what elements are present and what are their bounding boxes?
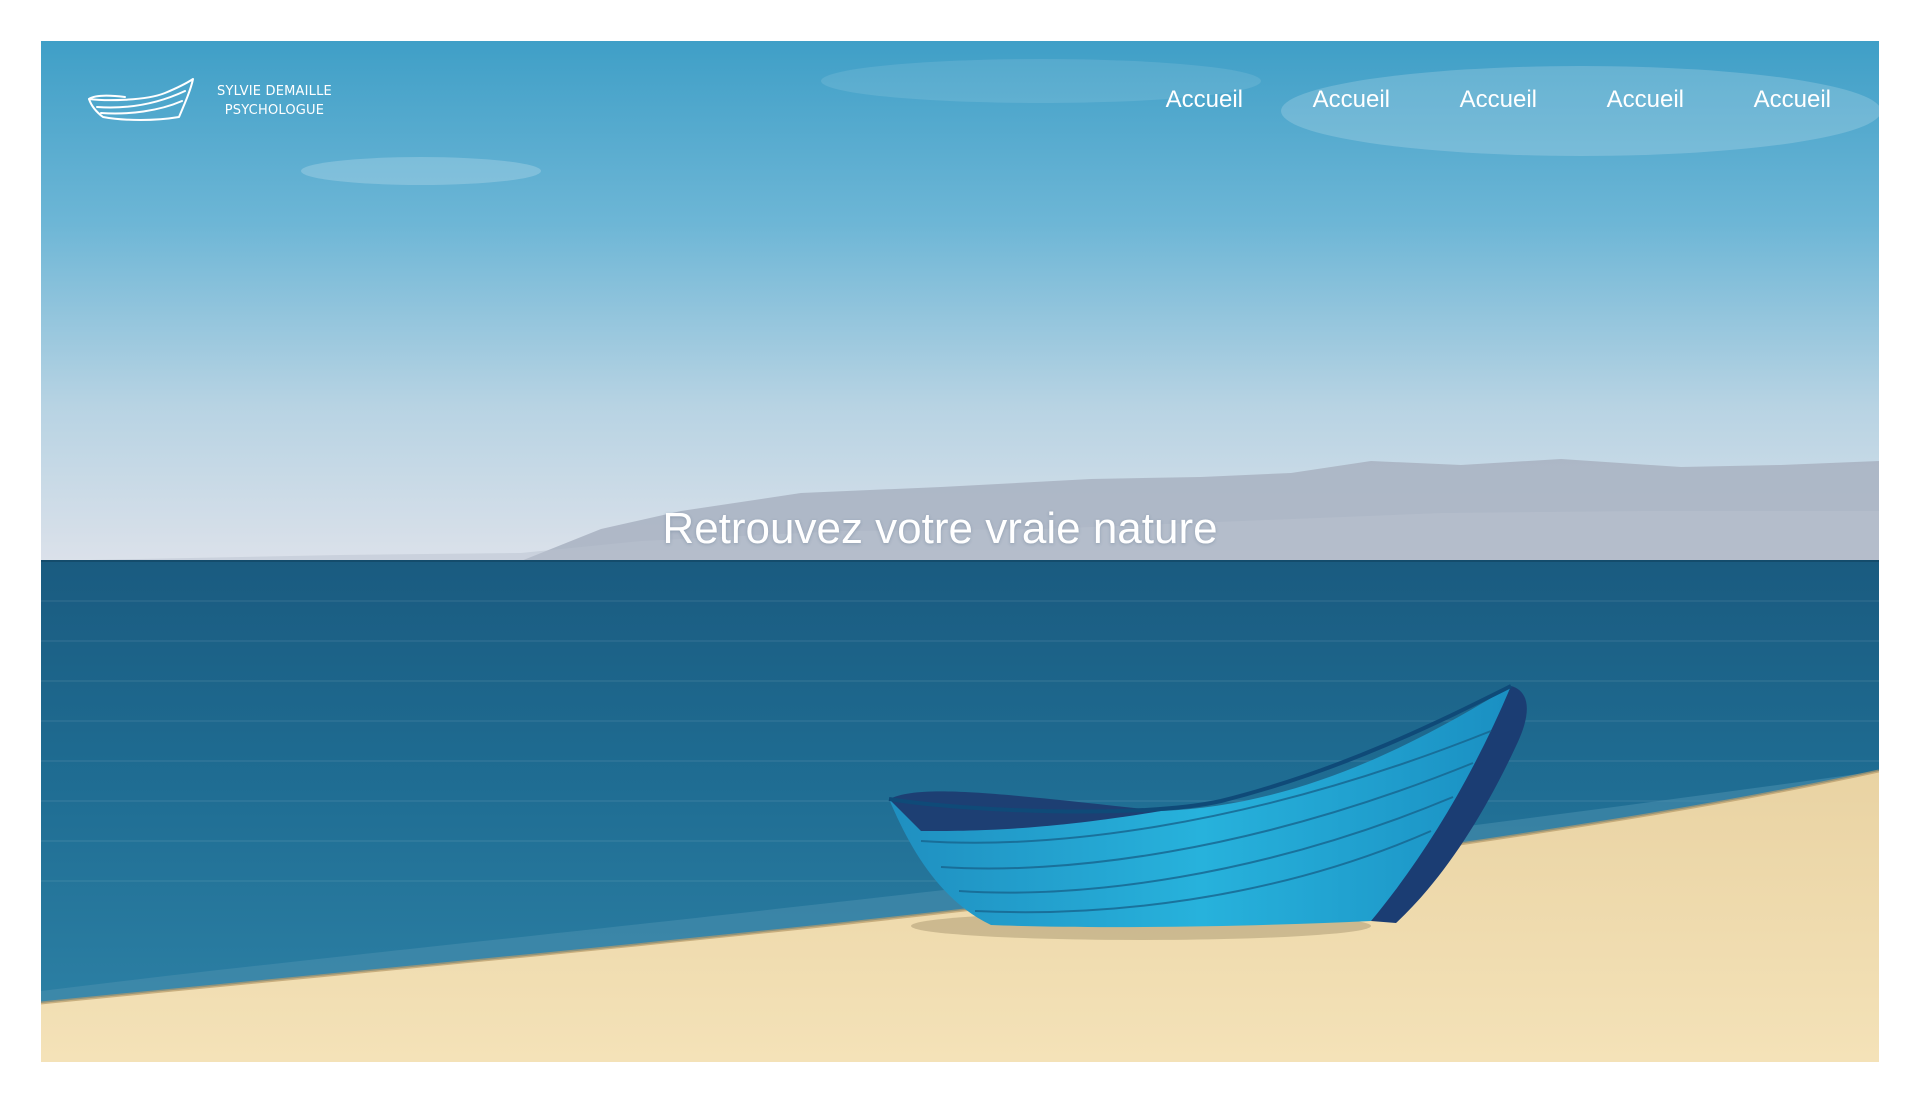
brand-name-line2: PSYCHOLOGUE [224, 103, 325, 118]
site-header: SYLVIE DEMAILLE PSYCHOLOGUE Accueil Accu… [41, 41, 1879, 161]
brand-logo-link[interactable]: SYLVIE DEMAILLE PSYCHOLOGUE [85, 75, 332, 127]
hero-banner: SYLVIE DEMAILLE PSYCHOLOGUE Accueil Accu… [41, 41, 1879, 1062]
page: SYLVIE DEMAILLE PSYCHOLOGUE Accueil Accu… [0, 0, 1920, 1101]
brand-name: SYLVIE DEMAILLE PSYCHOLOGUE [217, 82, 332, 120]
hero-title: Retrouvez votre vraie nature [662, 504, 1218, 553]
nav-item-accueil-5[interactable]: Accueil [1684, 85, 1831, 115]
main-nav: Accueil Accueil Accueil Accueil Accueil [1123, 85, 1831, 115]
boat-logo-icon [88, 78, 194, 121]
nav-item-accueil-2[interactable]: Accueil [1243, 85, 1390, 115]
brand-name-line1: SYLVIE DEMAILLE [217, 84, 332, 99]
nav-item-accueil-3[interactable]: Accueil [1390, 85, 1537, 115]
nav-item-accueil-4[interactable]: Accueil [1537, 85, 1684, 115]
nav-item-accueil-1[interactable]: Accueil [1123, 85, 1243, 115]
